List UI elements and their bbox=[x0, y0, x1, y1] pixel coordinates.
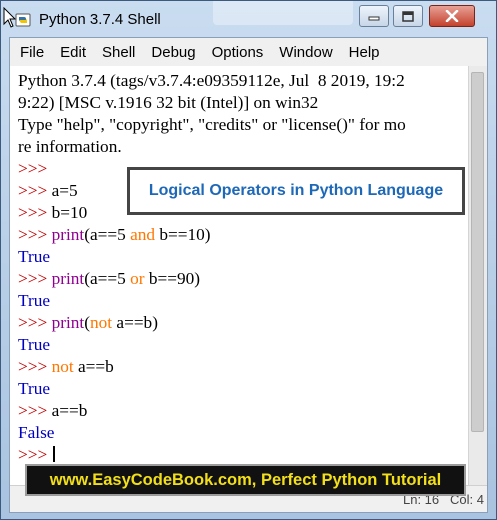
shell-prompt: >>> bbox=[18, 203, 48, 222]
shell-input-line: >>> print(not a==b) bbox=[18, 312, 468, 334]
shell-output-line: True bbox=[18, 334, 468, 356]
shell-client-area: File Edit Shell Debug Options Window Hel… bbox=[9, 37, 488, 513]
menu-help[interactable]: Help bbox=[341, 44, 388, 61]
window-title: Python 3.7.4 Shell bbox=[39, 11, 161, 28]
output-value: True bbox=[18, 247, 51, 266]
builtin-function: print bbox=[51, 225, 85, 244]
shell-prompt: >>> bbox=[18, 401, 48, 420]
menu-edit[interactable]: Edit bbox=[52, 44, 94, 61]
vertical-scrollbar[interactable] bbox=[468, 66, 487, 486]
text-cursor bbox=[52, 446, 55, 462]
shell-output-line: True bbox=[18, 290, 468, 312]
shell-prompt: >>> bbox=[18, 445, 48, 464]
menu-file[interactable]: File bbox=[10, 44, 52, 61]
shell-input-line: >>> print(a==5 or b==90) bbox=[18, 268, 468, 290]
menu-options[interactable]: Options bbox=[204, 44, 272, 61]
shell-input-line: >>> bbox=[18, 444, 468, 466]
shell-header-line: Python 3.7.4 (tags/v3.7.4:e09359112e, Ju… bbox=[18, 71, 405, 90]
shell-output-line: False bbox=[18, 422, 468, 444]
keyword-token: not bbox=[89, 313, 113, 332]
maximize-button[interactable] bbox=[393, 5, 423, 27]
menu-debug[interactable]: Debug bbox=[143, 44, 203, 61]
close-button[interactable] bbox=[429, 5, 475, 27]
minimize-button[interactable] bbox=[359, 5, 389, 27]
shell-header-line: Type "help", "copyright", "credits" or "… bbox=[18, 115, 406, 134]
menu-bar: File Edit Shell Debug Options Window Hel… bbox=[10, 38, 487, 66]
shell-text-area[interactable]: Python 3.7.4 (tags/v3.7.4:e09359112e, Ju… bbox=[18, 70, 468, 466]
python-app-icon bbox=[15, 13, 31, 27]
shell-prompt: >>> bbox=[18, 269, 48, 288]
keyword-token: not bbox=[51, 357, 74, 376]
background-window-ghost bbox=[213, 1, 353, 25]
shell-output-line: True bbox=[18, 246, 468, 268]
maximize-icon bbox=[402, 10, 414, 22]
code-text: a==b bbox=[73, 357, 114, 376]
shell-prompt: >>> bbox=[18, 225, 48, 244]
menu-shell[interactable]: Shell bbox=[94, 44, 143, 61]
code-text: (a==5 bbox=[84, 225, 131, 244]
shell-prompt: >>> bbox=[18, 181, 48, 200]
shell-header-line: 9:22) [MSC v.1916 32 bit (Intel)] on win… bbox=[18, 93, 319, 112]
code-text: a==b bbox=[47, 401, 88, 420]
overlay-title-banner: Logical Operators in Python Language bbox=[127, 167, 465, 215]
keyword-token: and bbox=[130, 225, 156, 244]
scrollbar-thumb[interactable] bbox=[471, 72, 484, 432]
builtin-function: print bbox=[51, 313, 85, 332]
minimize-icon bbox=[368, 16, 380, 21]
code-text: a=5 bbox=[47, 181, 78, 200]
shell-header-line: re information. bbox=[18, 137, 122, 156]
menu-window[interactable]: Window bbox=[271, 44, 340, 61]
builtin-function: print bbox=[51, 269, 85, 288]
code-text: b==10) bbox=[155, 225, 211, 244]
shell-prompt: >>> bbox=[18, 313, 48, 332]
idle-shell-window: Python 3.7.4 Shell File Edit Shell Debug… bbox=[0, 0, 497, 520]
output-value: False bbox=[18, 423, 55, 442]
shell-input-line: >>> not a==b bbox=[18, 356, 468, 378]
shell-output-line: True bbox=[18, 378, 468, 400]
output-value: True bbox=[18, 379, 51, 398]
output-value: True bbox=[18, 335, 51, 354]
shell-prompt: >>> bbox=[18, 357, 48, 376]
code-text: b==90) bbox=[144, 269, 201, 288]
code-text: b=10 bbox=[47, 203, 88, 222]
code-text: (a==5 bbox=[84, 269, 131, 288]
shell-input-line: >>> a==b bbox=[18, 400, 468, 422]
close-icon bbox=[445, 10, 459, 22]
overlay-website-banner: www.EasyCodeBook.com, Perfect Python Tut… bbox=[25, 464, 466, 496]
keyword-token: or bbox=[130, 269, 145, 288]
output-value: True bbox=[18, 291, 51, 310]
shell-input-line: >>> print(a==5 and b==10) bbox=[18, 224, 468, 246]
code-text: a==b) bbox=[112, 313, 158, 332]
shell-prompt: >>> bbox=[18, 159, 48, 178]
title-bar[interactable]: Python 3.7.4 Shell bbox=[1, 1, 496, 37]
